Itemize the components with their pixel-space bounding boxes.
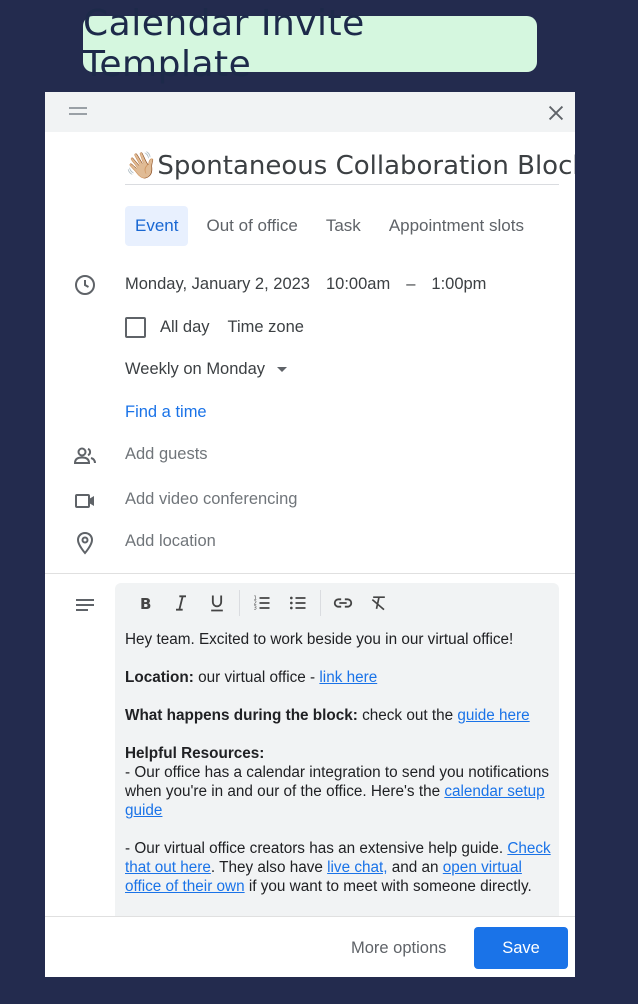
resource-2-and: and an (387, 859, 443, 876)
resource-2-end: if you want to meet with someone directl… (244, 878, 532, 895)
location-label: Location: (125, 669, 194, 686)
description-text: Hey team. Excited to work beside you in … (125, 630, 555, 915)
clock-icon (75, 275, 95, 295)
underline-icon[interactable] (205, 591, 229, 615)
recurrence-dropdown[interactable]: Weekly on Monday (125, 360, 288, 379)
resource-2-mid: . They also have (210, 859, 328, 876)
wave-emoji: 👋🏼 (125, 151, 158, 181)
what-happens-label: What happens during the block: (125, 707, 358, 724)
add-video-conferencing-button[interactable]: Add video conferencing (125, 490, 297, 509)
italic-icon[interactable] (169, 591, 193, 615)
event-title-input[interactable]: 👋🏼Spontaneous Collaboration Block (125, 148, 575, 185)
svg-text:3: 3 (254, 606, 257, 612)
all-day-label: All day (160, 318, 210, 336)
tab-out-of-office[interactable]: Out of office (196, 206, 307, 246)
guests-icon (73, 447, 96, 464)
end-time-selector[interactable]: 1:00pm (431, 275, 486, 293)
divider (45, 573, 575, 574)
location-text: our virtual office - (193, 669, 320, 686)
resource-2: - Our virtual office creators has an ext… (125, 839, 555, 896)
description-intro: Hey team. Excited to work beside you in … (125, 631, 514, 648)
date-time-row: Monday, January 2, 2023 10:00am –1:00pm (125, 275, 502, 294)
event-title-text: Spontaneous Collaboration Block (157, 151, 575, 181)
tab-appointment-slots[interactable]: Appointment slots (379, 206, 534, 246)
event-dialog: 👋🏼Spontaneous Collaboration Block Event … (45, 92, 575, 977)
time-zone-button[interactable]: Time zone (228, 318, 304, 337)
toolbar-separator (320, 590, 321, 616)
guide-link[interactable]: guide here (457, 707, 529, 724)
recurrence-value: Weekly on Monday (125, 360, 266, 378)
location-pin-icon (76, 531, 94, 555)
resources-block: Helpful Resources: - Our office has a cal… (125, 744, 555, 820)
what-happens-text: check out the (357, 707, 458, 724)
formatting-toolbar: B 123 (115, 583, 559, 623)
all-day-row: All day Time zone (125, 317, 304, 338)
template-banner: Calendar Invite Template (83, 3, 537, 85)
close-icon[interactable] (545, 102, 567, 124)
bulleted-list-icon[interactable] (286, 591, 310, 615)
live-chat-link[interactable]: live chat, (327, 859, 387, 876)
tab-task[interactable]: Task (316, 206, 371, 246)
svg-text:B: B (140, 595, 151, 613)
caret-down-icon (277, 367, 288, 372)
numbered-list-icon[interactable]: 123 (250, 591, 274, 615)
event-type-tabs: Event Out of office Task Appointment slo… (125, 206, 542, 246)
location-line: Location: our virtual office - link here (125, 668, 555, 687)
what-happens-line: What happens during the block: check out… (125, 706, 555, 725)
remove-formatting-icon[interactable] (367, 591, 391, 615)
time-dash: – (406, 275, 416, 293)
location-link[interactable]: link here (319, 669, 377, 686)
drag-handle-icon[interactable] (69, 107, 87, 117)
link-icon[interactable] (331, 591, 355, 615)
dialog-footer: More options Save (45, 916, 575, 977)
resource-2-text: - Our virtual office creators has an ext… (125, 840, 508, 857)
add-location-field[interactable]: Add location (125, 532, 216, 551)
more-options-button[interactable]: More options (351, 939, 446, 958)
save-button[interactable]: Save (474, 927, 568, 969)
dialog-header (45, 92, 575, 132)
add-guests-field[interactable]: Add guests (125, 445, 208, 464)
description-icon (76, 599, 94, 611)
start-time-selector[interactable]: 10:00am (326, 275, 390, 293)
bold-icon[interactable]: B (133, 591, 157, 615)
resources-label: Helpful Resources: (125, 745, 265, 762)
find-a-time-link[interactable]: Find a time (125, 403, 207, 422)
video-camera-icon (75, 494, 94, 508)
all-day-checkbox[interactable] (125, 317, 146, 338)
tab-event[interactable]: Event (125, 206, 189, 246)
date-selector[interactable]: Monday, January 2, 2023 (125, 275, 310, 293)
toolbar-separator (239, 590, 240, 616)
